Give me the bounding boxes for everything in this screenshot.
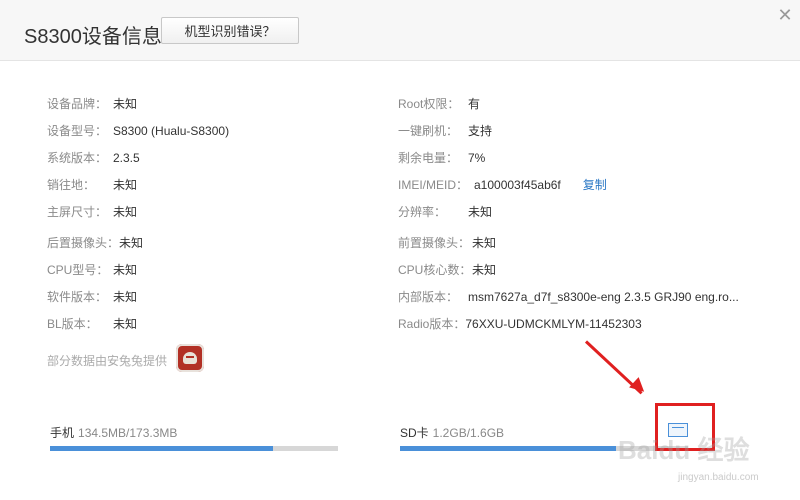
field-label: 设备型号：: [47, 124, 108, 138]
field-value: 未知: [472, 236, 497, 250]
phone-storage-bar: [50, 446, 338, 451]
phone-storage-label: 手机 134.5MB/173.3MB: [50, 424, 177, 441]
field-value: 76XXU-UDMCKMLYM-11452303: [465, 317, 642, 331]
sd-storage-label: SD卡 1.2GB/1.6GB: [400, 424, 504, 441]
field-label: 后置摄像头：: [47, 236, 120, 250]
field-label: 设备品牌：: [47, 97, 108, 111]
field-label: 销往地：: [47, 178, 96, 192]
field-value: a100003f45ab6f: [474, 178, 561, 192]
field-label: 内部版本：: [398, 290, 459, 304]
field-screen-size: 主屏尺寸： 未知: [47, 203, 137, 220]
field-value: 有: [468, 97, 481, 111]
field-value: msm7627a_d7f_s8300e-eng 2.3.5 GRJ90 eng.…: [468, 290, 739, 304]
field-value: S8300 (Hualu-S8300): [113, 124, 230, 138]
field-value: 未知: [468, 205, 493, 219]
field-label: 剩余电量：: [398, 151, 459, 165]
field-value: 2.3.5: [113, 151, 140, 165]
field-value: 支持: [468, 124, 493, 138]
field-cpu-model: CPU型号： 未知: [47, 261, 137, 278]
close-icon[interactable]: ✕: [776, 6, 794, 24]
field-label: 主屏尺寸：: [47, 205, 108, 219]
sd-storage-fill: [400, 446, 616, 451]
storage-amount: 134.5MB/173.3MB: [78, 426, 178, 440]
field-value: 未知: [472, 263, 497, 277]
field-value: 未知: [113, 317, 138, 331]
field-label: Root权限：: [398, 97, 460, 111]
field-label: 前置摄像头：: [398, 236, 471, 250]
field-resolution: 分辨率： 未知: [398, 203, 492, 220]
field-model: 设备型号： S8300 (Hualu-S8300): [47, 122, 229, 139]
field-brand: 设备品牌： 未知: [47, 95, 137, 112]
field-label: 一键刷机：: [398, 124, 459, 138]
field-build-version: 内部版本： msm7627a_d7f_s8300e-eng 2.3.5 GRJ90…: [398, 288, 739, 305]
watermark-url: jingyan.baidu.com: [678, 472, 759, 483]
field-one-click-flash: 一键刷机： 支持: [398, 122, 492, 139]
dialog-header: S8300设备信息 机型识别错误？: [0, 0, 800, 61]
field-bl-version: BL版本： 未知: [47, 315, 137, 332]
field-front-camera: 前置摄像头： 未知: [398, 234, 496, 251]
field-label: Radio版本：: [398, 317, 466, 331]
field-software-version: 软件版本： 未知: [47, 288, 137, 305]
field-imei: IMEI/MEID： a100003f45ab6f 复制: [398, 176, 607, 193]
field-cpu-cores: CPU核心数：未知: [398, 261, 496, 278]
field-label: 系统版本：: [47, 151, 108, 165]
field-os-version: 系统版本： 2.3.5: [47, 149, 140, 166]
copy-imei-link[interactable]: 复制: [583, 178, 607, 192]
antutu-logo-icon[interactable]: [176, 344, 204, 372]
field-label: CPU核心数：: [398, 263, 472, 277]
phone-storage-fill: [50, 446, 274, 451]
field-rear-camera: 后置摄像头：未知: [47, 234, 143, 251]
storage-amount: 1.2GB/1.6GB: [432, 426, 505, 440]
dialog-title: S8300设备信息: [24, 26, 162, 48]
data-source-note: 部分数据由安兔兔提供: [47, 354, 168, 368]
field-label: CPU型号：: [47, 263, 109, 277]
field-label: 软件版本：: [47, 290, 108, 304]
field-value: 7%: [468, 151, 486, 165]
field-label: IMEI/MEID：: [398, 178, 469, 192]
wrong-model-button[interactable]: 机型识别错误？: [161, 17, 299, 44]
field-market: 销往地： 未知: [47, 176, 137, 193]
field-value: 未知: [113, 205, 138, 219]
field-radio-version: Radio版本：76XXU-UDMCKMLYM-11452303: [398, 315, 642, 332]
field-value: 未知: [113, 97, 138, 111]
field-value: 未知: [113, 178, 138, 192]
annotation-arrow-head: [629, 377, 649, 397]
watermark: Baidu 经验: [618, 435, 750, 465]
field-value: 未知: [113, 290, 138, 304]
field-value: 未知: [119, 236, 144, 250]
field-value: 未知: [113, 263, 138, 277]
field-label: 分辨率：: [398, 205, 447, 219]
field-root: Root权限： 有: [398, 95, 480, 112]
field-battery: 剩余电量： 7%: [398, 149, 485, 166]
field-label: BL版本：: [47, 317, 98, 331]
storage-name: 手机: [50, 426, 75, 440]
storage-name: SD卡: [400, 426, 429, 440]
